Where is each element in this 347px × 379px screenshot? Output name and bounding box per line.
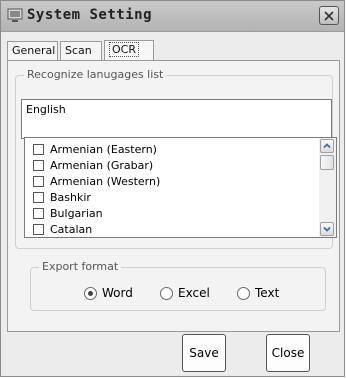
export-format-group: Export format Word Excel Text — [30, 260, 326, 311]
language-label: Armenian (Grabar) — [50, 159, 154, 172]
app-icon — [7, 8, 23, 23]
selected-languages-value: English — [26, 103, 66, 116]
language-checkbox[interactable] — [33, 176, 44, 187]
tab-general[interactable]: General — [7, 41, 58, 60]
close-window-button[interactable] — [319, 6, 339, 25]
languages-listbox[interactable]: Armenian (Eastern) Armenian (Grabar) Arm… — [24, 137, 337, 238]
selected-languages-field[interactable]: English — [21, 99, 332, 139]
ocr-panel: Recognize lanugages list English Armenia… — [7, 60, 340, 332]
language-checkbox[interactable] — [33, 192, 44, 203]
language-label: Armenian (Western) — [50, 175, 161, 188]
radio-button[interactable] — [237, 287, 250, 300]
language-label: Bashkir — [50, 191, 91, 204]
language-checkbox[interactable] — [33, 144, 44, 155]
scroll-down-button[interactable] — [320, 222, 334, 236]
scroll-thumb[interactable] — [320, 155, 334, 170]
language-checkbox[interactable] — [33, 208, 44, 219]
language-label: Bulgarian — [50, 207, 103, 220]
title-bar[interactable]: System Setting — [1, 1, 344, 32]
radio-label: Word — [102, 286, 133, 300]
scroll-up-button[interactable] — [320, 139, 334, 153]
language-checkbox[interactable] — [33, 160, 44, 171]
language-label: Catalan — [50, 223, 93, 236]
window-title: System Setting — [27, 7, 153, 23]
radio-button[interactable] — [84, 287, 97, 300]
tab-ocr[interactable]: OCR — [104, 40, 154, 60]
tab-scan[interactable]: Scan — [60, 41, 102, 60]
language-checkbox[interactable] — [33, 224, 44, 235]
languages-scrollbar[interactable] — [319, 138, 336, 237]
close-button[interactable]: Close — [266, 334, 310, 372]
radio-button[interactable] — [160, 287, 173, 300]
close-icon — [324, 11, 334, 21]
export-format-legend: Export format — [39, 260, 122, 273]
chevron-up-icon — [323, 143, 331, 149]
chevron-down-icon — [323, 226, 331, 232]
radio-label: Excel — [178, 286, 210, 300]
tab-scan-label: Scan — [65, 44, 92, 57]
radio-selected-dot — [88, 291, 93, 296]
language-label: Armenian (Eastern) — [50, 143, 157, 156]
recognize-languages-legend: Recognize lanugages list — [24, 68, 167, 81]
system-setting-dialog: System Setting General Scan OCR Recogniz… — [0, 0, 345, 377]
tab-general-label: General — [12, 44, 56, 57]
save-button[interactable]: Save — [182, 334, 226, 372]
tab-ocr-label: OCR — [109, 42, 139, 57]
radio-label: Text — [255, 286, 280, 300]
